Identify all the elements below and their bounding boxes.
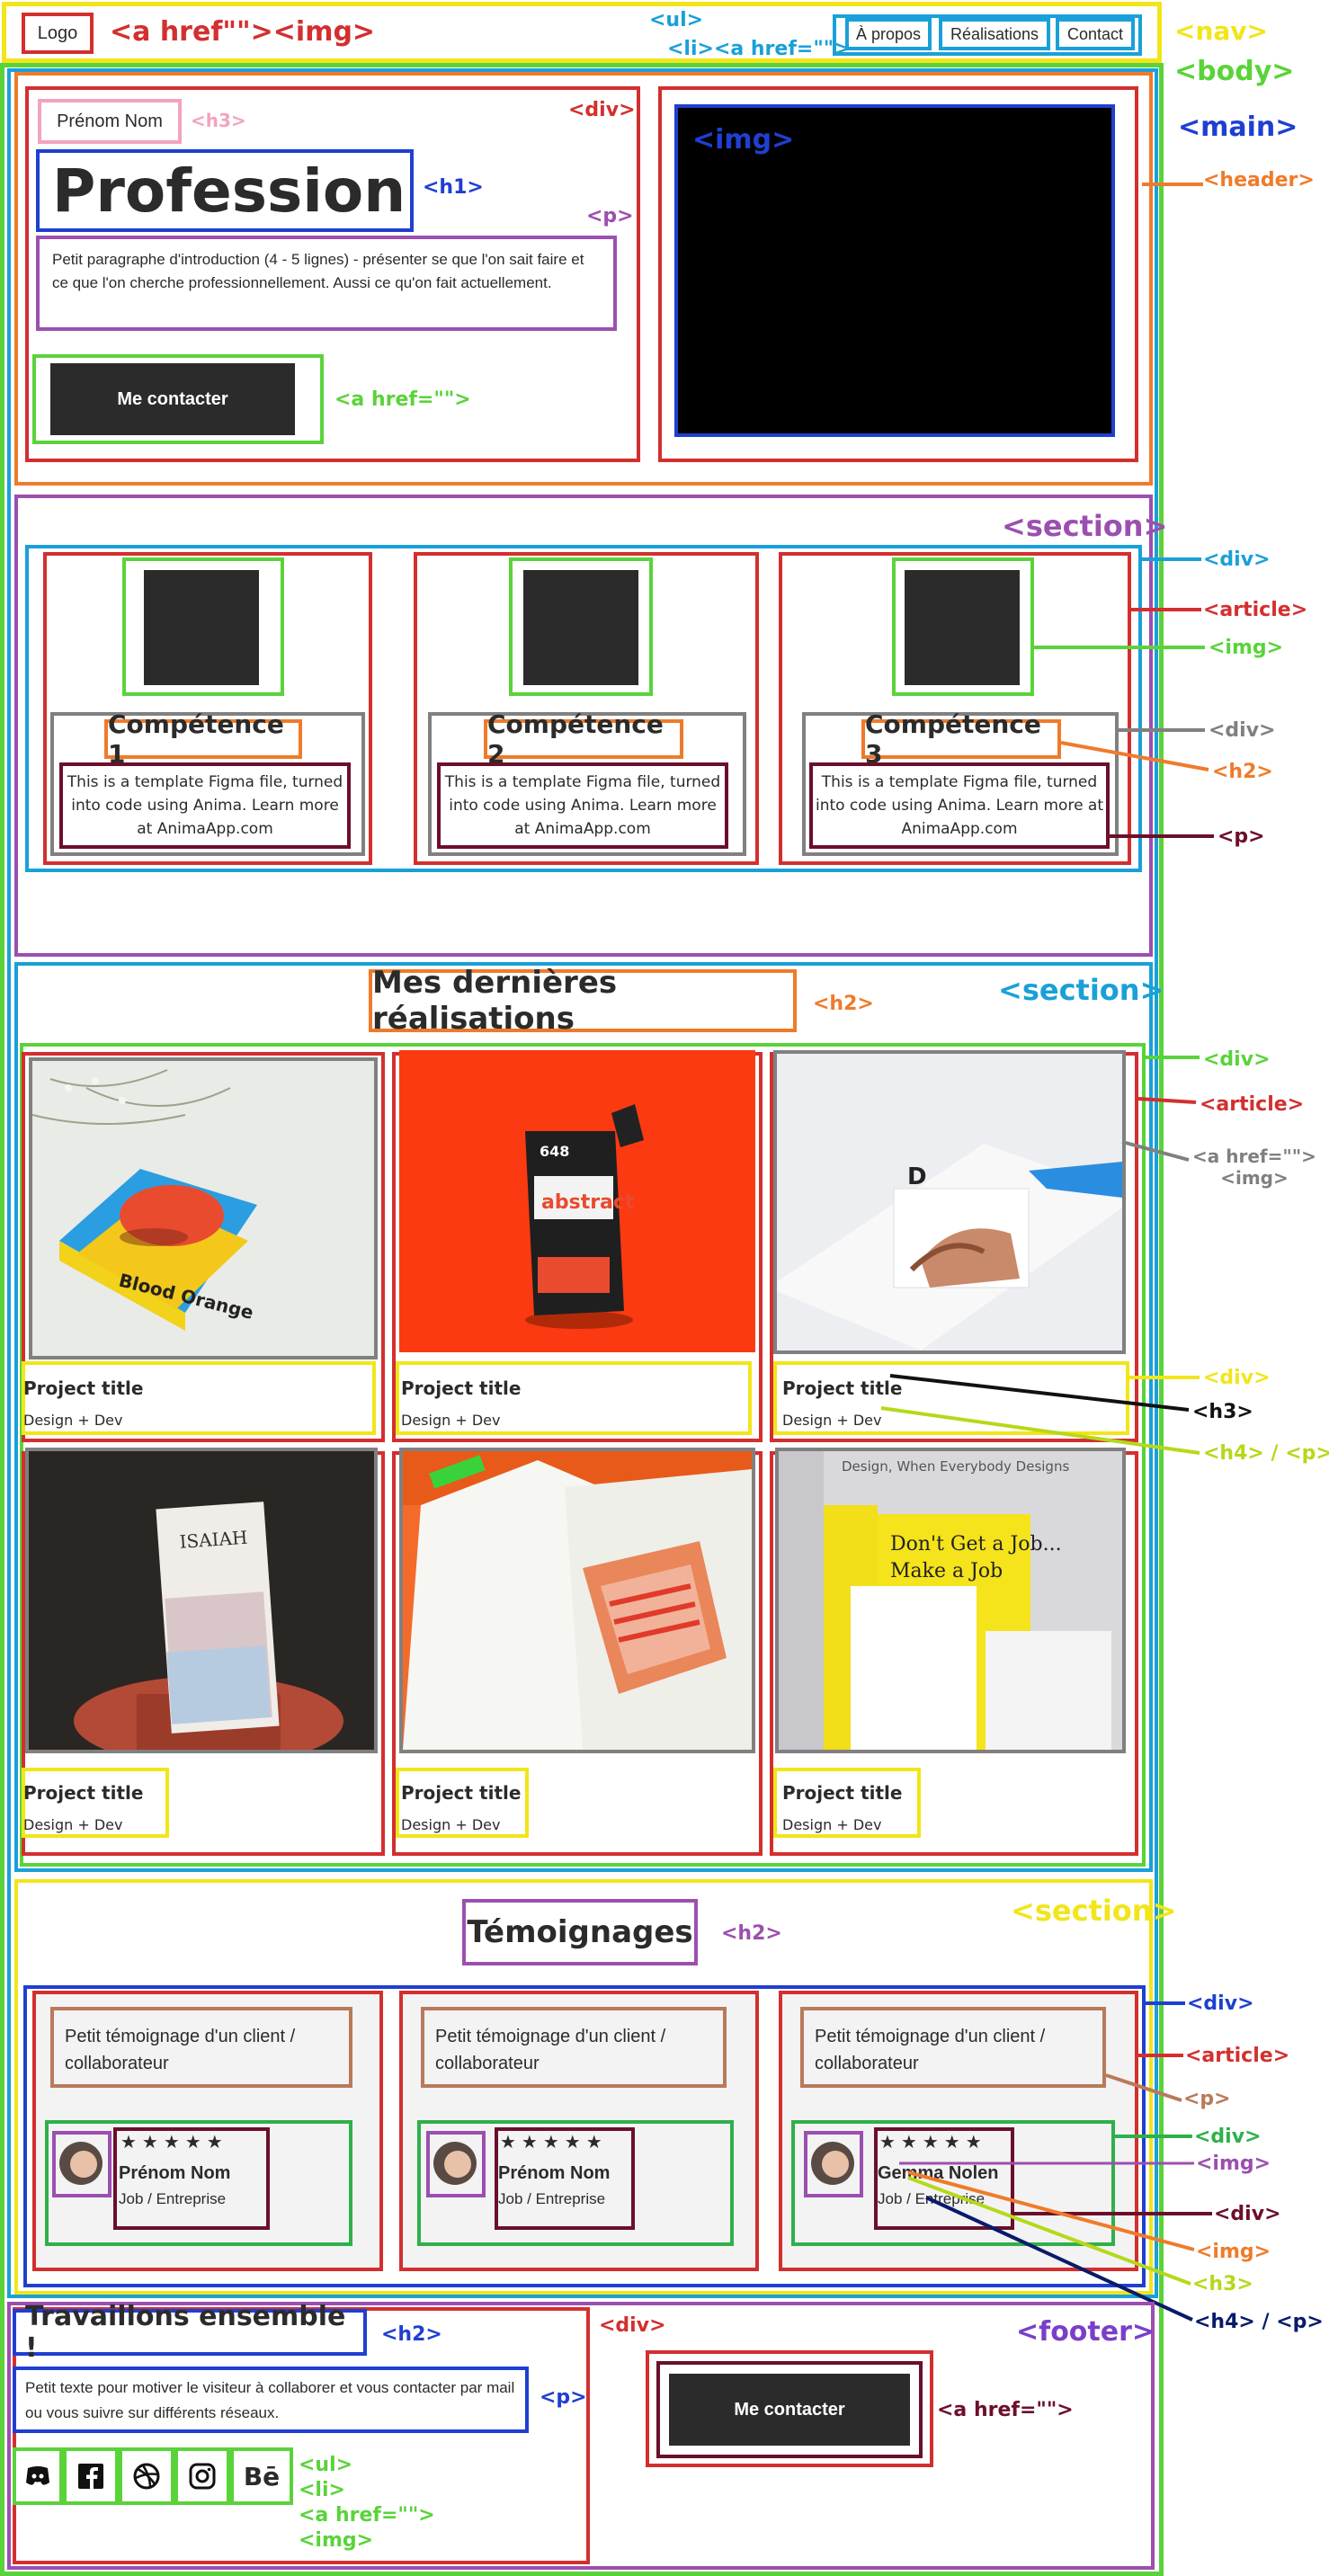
project-sub-5: Design + Dev [401, 1816, 501, 1833]
yellow-book-text-2: Make a Job [890, 1560, 1003, 1582]
footer-text: Petit texte pour motiver le visiteur à c… [13, 2367, 529, 2433]
footer-tag-label: <footer> [1016, 2316, 1155, 2348]
testimonials-h2-tag-label: <h2> [721, 1922, 782, 1945]
project-title-4[interactable]: Project title [23, 1782, 143, 1804]
facebook-icon[interactable] [63, 2447, 119, 2505]
discord-icon[interactable] [13, 2447, 63, 2505]
testimonials-section-tag-label: <section> [1011, 1894, 1177, 1928]
project-sub-4: Design + Dev [23, 1816, 123, 1833]
behance-icon[interactable]: Bē [230, 2447, 293, 2505]
project-title-5[interactable]: Project title [401, 1782, 521, 1804]
project-photo-4[interactable]: ISAIAH [25, 1448, 378, 1753]
footer-p-tag-label: <p> [540, 2386, 587, 2409]
testimonials-connectors [899, 2001, 1212, 2322]
footer-contact-button[interactable]: Me contacter [669, 2374, 910, 2446]
footer-div-tag-label: <div> [599, 2314, 666, 2337]
project-photo-6[interactable]: Design, When Everybody Designs Don't Get… [775, 1448, 1126, 1753]
dribbble-icon[interactable] [119, 2447, 174, 2505]
footer-cta-tag-label: <a href=""> [937, 2399, 1074, 2421]
instagram-icon[interactable] [174, 2447, 230, 2505]
works-connectors [880, 1056, 1200, 1455]
project-title-6[interactable]: Project title [782, 1782, 902, 1804]
project-photo-5[interactable] [399, 1448, 755, 1753]
project-sub-6: Design + Dev [782, 1816, 882, 1833]
footer-list-tags-label: <ul> <li> <a href=""> <img> [299, 2454, 435, 2552]
footer-h2-tag-label: <h2> [381, 2323, 442, 2346]
yellow-book-text-1: Don't Get a Job... [890, 1533, 1062, 1555]
testimonials-title: Témoignages [462, 1899, 698, 1965]
skills-connectors [1034, 557, 1214, 838]
footer-title: Travaillons ensemble ! [13, 2301, 367, 2364]
